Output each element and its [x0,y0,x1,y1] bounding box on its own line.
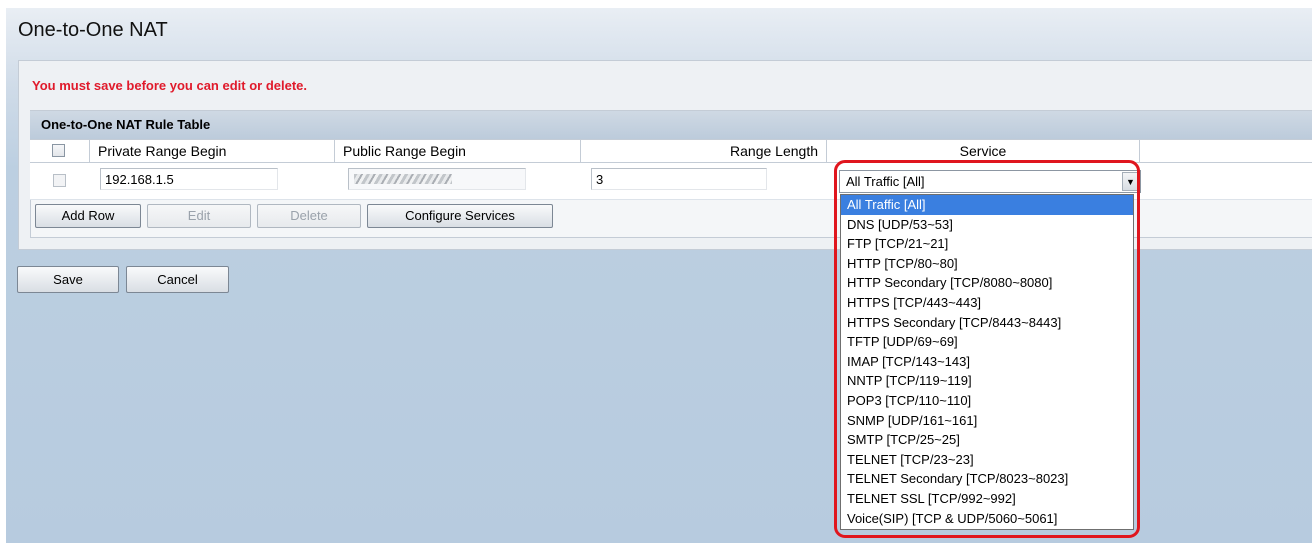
header-range-length: Range Length [581,140,827,162]
add-row-button[interactable]: Add Row [35,204,141,228]
range-length-input[interactable] [591,168,767,190]
service-option[interactable]: HTTP Secondary [TCP/8080~8080] [841,273,1133,293]
cancel-button[interactable]: Cancel [126,266,229,293]
service-dropdown-list[interactable]: All Traffic [All] DNS [UDP/53~53] FTP [TCP… [840,194,1134,530]
save-button[interactable]: Save [17,266,119,293]
service-option[interactable]: HTTPS Secondary [TCP/8443~8443] [841,313,1133,333]
table-caption: One-to-One NAT Rule Table [30,111,1312,139]
public-range-input[interactable] [348,168,526,190]
service-option[interactable]: TELNET [TCP/23~23] [841,450,1133,470]
service-option[interactable]: TELNET Secondary [TCP/8023~8023] [841,469,1133,489]
header-select-cell [30,140,90,162]
header-public-range: Public Range Begin [335,140,581,162]
service-option[interactable]: Voice(SIP) [TCP & UDP/5060~5061] [841,509,1133,529]
service-select[interactable]: All Traffic [All] ▼ [839,170,1141,193]
service-option[interactable]: IMAP [TCP/143~143] [841,352,1133,372]
private-range-input[interactable] [100,168,278,190]
blurred-ip-address [354,174,452,184]
header-service: Service [827,140,1140,162]
service-option[interactable]: HTTPS [TCP/443~443] [841,293,1133,313]
page-title: One-to-One NAT [18,19,168,41]
select-all-checkbox[interactable] [52,144,65,157]
service-option[interactable]: NNTP [TCP/119~119] [841,371,1133,391]
service-select-value: All Traffic [All] [846,174,925,189]
warning-message: You must save before you can edit or del… [32,78,307,93]
service-option[interactable]: DNS [UDP/53~53] [841,215,1133,235]
service-option[interactable]: TFTP [UDP/69~69] [841,332,1133,352]
row-checkbox[interactable] [53,174,66,187]
header-private-range: Private Range Begin [90,140,335,162]
edit-button[interactable]: Edit [147,204,251,228]
service-option[interactable]: All Traffic [All] [841,195,1133,215]
service-option[interactable]: FTP [TCP/21~21] [841,234,1133,254]
service-option[interactable]: POP3 [TCP/110~110] [841,391,1133,411]
table-header-row: Private Range Begin Public Range Begin R… [30,139,1312,163]
service-option[interactable]: TELNET SSL [TCP/992~992] [841,489,1133,509]
configure-services-button[interactable]: Configure Services [367,204,553,228]
service-option[interactable]: SNMP [UDP/161~161] [841,411,1133,431]
chevron-down-icon[interactable]: ▼ [1122,172,1139,191]
service-option[interactable]: SMTP [TCP/25~25] [841,430,1133,450]
service-option[interactable]: HTTP [TCP/80~80] [841,254,1133,274]
delete-button[interactable]: Delete [257,204,361,228]
